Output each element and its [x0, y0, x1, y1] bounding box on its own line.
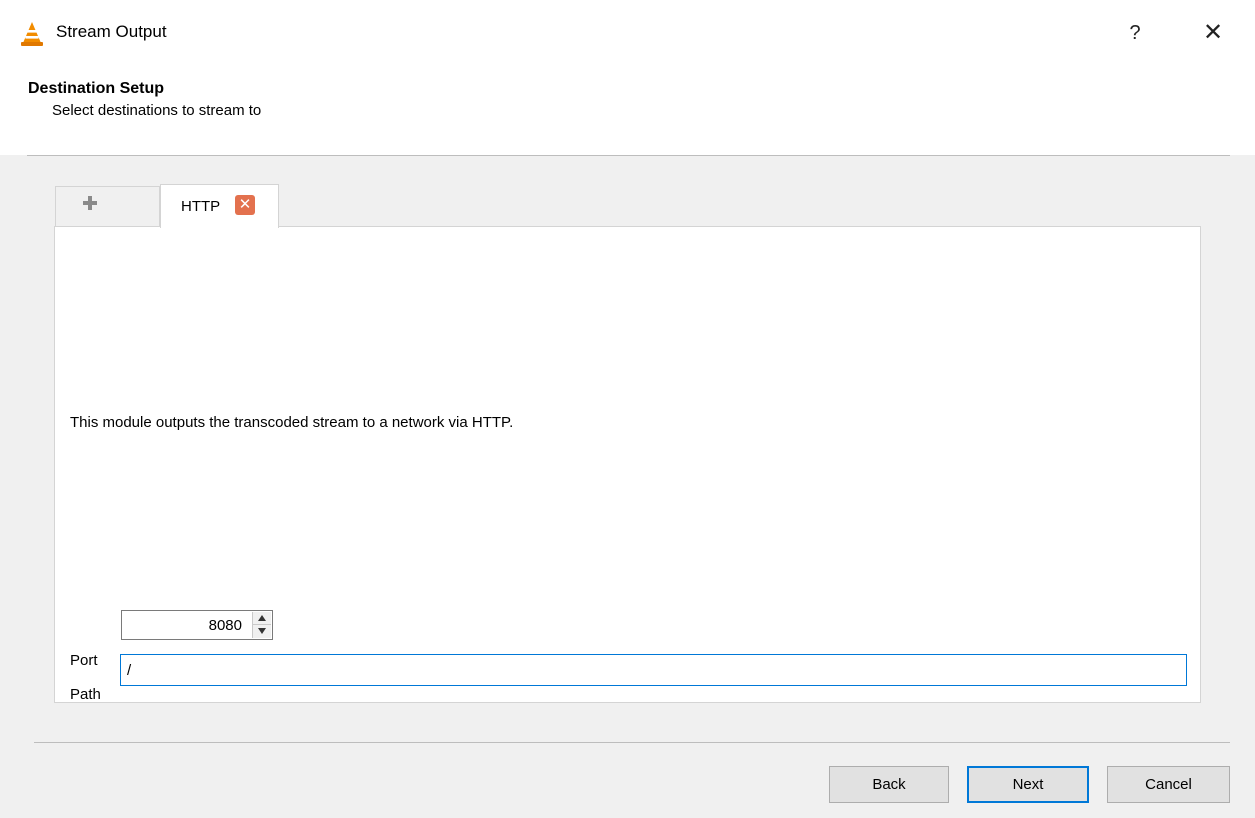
path-input[interactable]: [120, 654, 1187, 686]
port-increment-button[interactable]: [253, 612, 271, 625]
vlc-cone-icon: [21, 22, 43, 46]
next-button[interactable]: Next: [967, 766, 1089, 803]
port-value: 8080: [208, 617, 242, 634]
arrow-up-icon: [258, 615, 266, 621]
module-description: This module outputs the transcoded strea…: [70, 414, 514, 431]
port-spinbox[interactable]: 8080: [121, 610, 273, 640]
help-button[interactable]: ?: [1112, 14, 1158, 52]
path-label: Path: [70, 686, 101, 703]
wizard-header: Destination Setup Select destinations to…: [0, 66, 1255, 155]
footer-divider: [34, 742, 1230, 743]
page-subtitle: Select destinations to stream to: [52, 102, 262, 119]
http-module-panel: This module outputs the transcoded strea…: [54, 226, 1201, 703]
tab-add-destination[interactable]: [55, 186, 160, 226]
arrow-down-icon: [258, 628, 266, 634]
back-button[interactable]: Back: [829, 766, 949, 803]
plus-icon: [83, 196, 97, 210]
stream-output-dialog: Stream Output ? ✕ Destination Setup Sele…: [0, 0, 1255, 818]
port-decrement-button[interactable]: [253, 625, 271, 638]
tab-http-label: HTTP: [181, 198, 221, 215]
cancel-button[interactable]: Cancel: [1107, 766, 1230, 803]
page-title: Destination Setup: [28, 80, 165, 97]
port-label: Port: [70, 652, 98, 669]
tab-http[interactable]: HTTP ✕: [160, 184, 279, 228]
close-window-button[interactable]: ✕: [1190, 14, 1236, 52]
window-title: Stream Output: [56, 22, 167, 41]
port-stepper: [252, 612, 271, 638]
header-divider: [27, 155, 1230, 156]
tab-close-icon[interactable]: ✕: [235, 195, 255, 215]
title-bar: Stream Output ? ✕: [0, 0, 1255, 66]
